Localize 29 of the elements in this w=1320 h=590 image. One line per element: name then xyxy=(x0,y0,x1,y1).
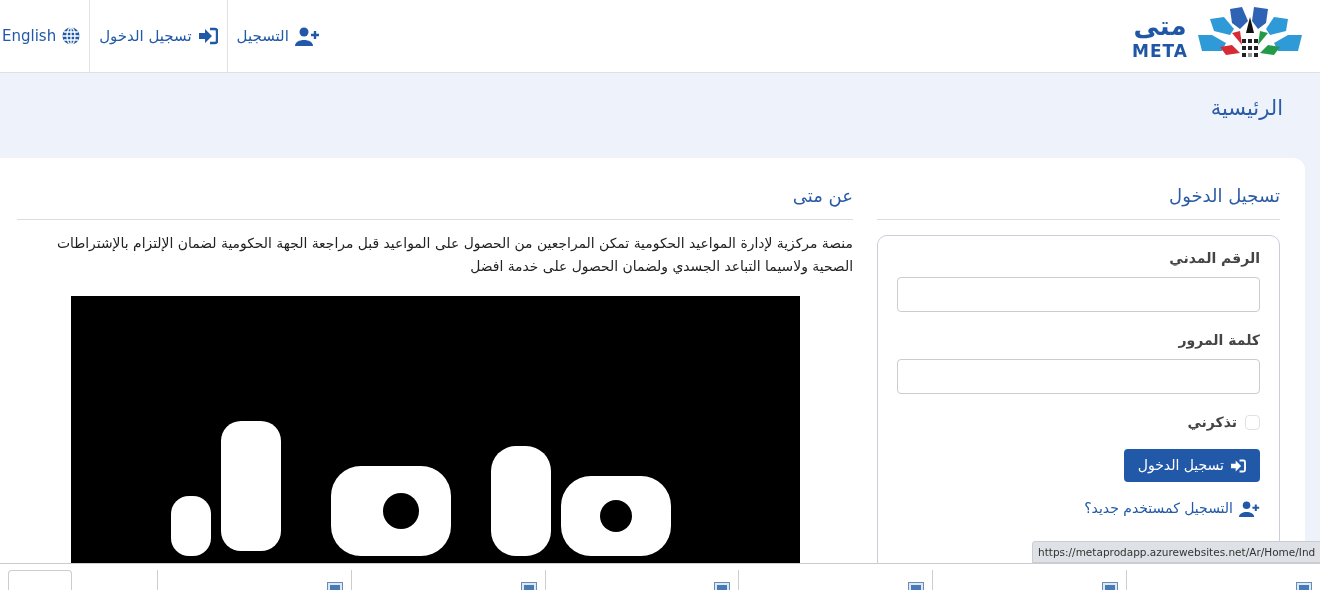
file-icon[interactable] xyxy=(908,582,925,590)
checkbox-label: تذكرني xyxy=(1187,413,1237,433)
status-url-tooltip: https://metaprodapp.azurewebsites.net/Ar/Home/Ind xyxy=(1032,541,1320,563)
sign-in-icon xyxy=(197,27,218,45)
remember-checkbox[interactable] xyxy=(1245,415,1260,430)
input-field[interactable] xyxy=(897,359,1260,394)
field-label: كلمة المرور xyxy=(1177,331,1260,351)
logo-text: متى xyxy=(1133,12,1187,39)
file-icon[interactable] xyxy=(1295,582,1312,590)
description-text: منصة مركزية لإدارة المواعيد الحكومية تمكن المراجعين من الحصول على المواعيد قبل مراجعة الجهة الحكومية لضمان الإلتزام بالإشتراطات الصحية ولاسيما التباعد الجسدي ولضمان الحصول على خدمة افضل xyxy=(55,234,853,277)
login-link[interactable]: تسجيل الدخول xyxy=(89,0,227,73)
file-icon[interactable] xyxy=(520,582,537,590)
input-field[interactable] xyxy=(897,277,1260,312)
logo-text: META xyxy=(1132,42,1188,60)
register-link[interactable]: التسجيل كمستخدم جديد؟ xyxy=(1084,498,1260,519)
register-link[interactable]: التسجيل xyxy=(226,0,329,73)
user-plus-icon xyxy=(294,26,320,46)
file-icon[interactable] xyxy=(1102,582,1119,590)
field-label: الرقم المدني xyxy=(1168,249,1260,269)
user-plus-icon xyxy=(1239,500,1260,517)
sign-in-icon xyxy=(1230,458,1246,473)
section-heading: عن متى xyxy=(17,178,853,220)
file-icon[interactable] xyxy=(326,582,343,590)
page-title: الرئيسية xyxy=(1210,95,1283,122)
login-button[interactable]: تسجيل الدخول xyxy=(1123,449,1260,482)
language-link[interactable]: English xyxy=(0,0,90,73)
section-heading: تسجيل الدخول xyxy=(877,178,1280,220)
globe-icon xyxy=(62,27,81,45)
file-icon[interactable] xyxy=(714,582,731,590)
